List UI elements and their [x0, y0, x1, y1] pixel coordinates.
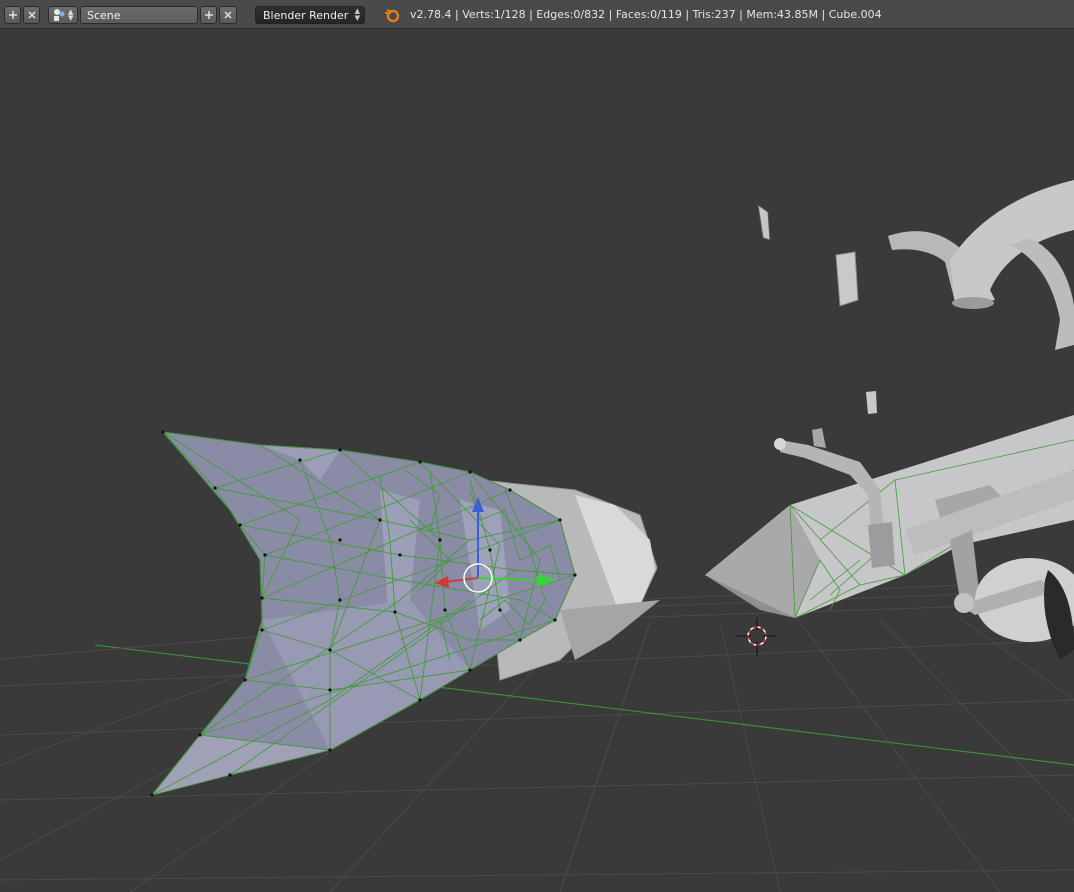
screen-close-button[interactable] [23, 6, 40, 24]
scene-close-button[interactable] [219, 6, 237, 24]
close-icon [27, 11, 36, 19]
info-header: ▲ ▼ Scene Blender Render ▲ ▼ v2.78.4 | Ver… [0, 0, 1074, 29]
scene-icon [54, 9, 65, 21]
plus-icon [8, 11, 17, 19]
render-engine-dropdown[interactable]: Blender Render ▲ ▼ [255, 6, 365, 24]
chevron-updown-icon: ▲ ▼ [68, 8, 74, 22]
screen-add-button[interactable] [4, 6, 21, 24]
scene-browse-button[interactable]: ▲ ▼ [48, 6, 78, 24]
scene-name-field[interactable]: Scene [80, 6, 198, 24]
scene-statistics: v2.78.4 | Verts:1/128 | Edges:0/832 | Fa… [410, 8, 882, 21]
3d-viewport[interactable] [0, 29, 1074, 892]
render-engine-label: Blender Render [263, 8, 349, 22]
selected-mesh-object[interactable] [150, 430, 660, 797]
3d-cursor-icon [737, 618, 777, 656]
scene-add-button[interactable] [200, 6, 217, 24]
chevron-updown-icon: ▲ ▼ [354, 7, 360, 22]
plus-icon [204, 11, 213, 19]
blender-logo-icon [385, 9, 400, 23]
close-icon [224, 11, 232, 19]
